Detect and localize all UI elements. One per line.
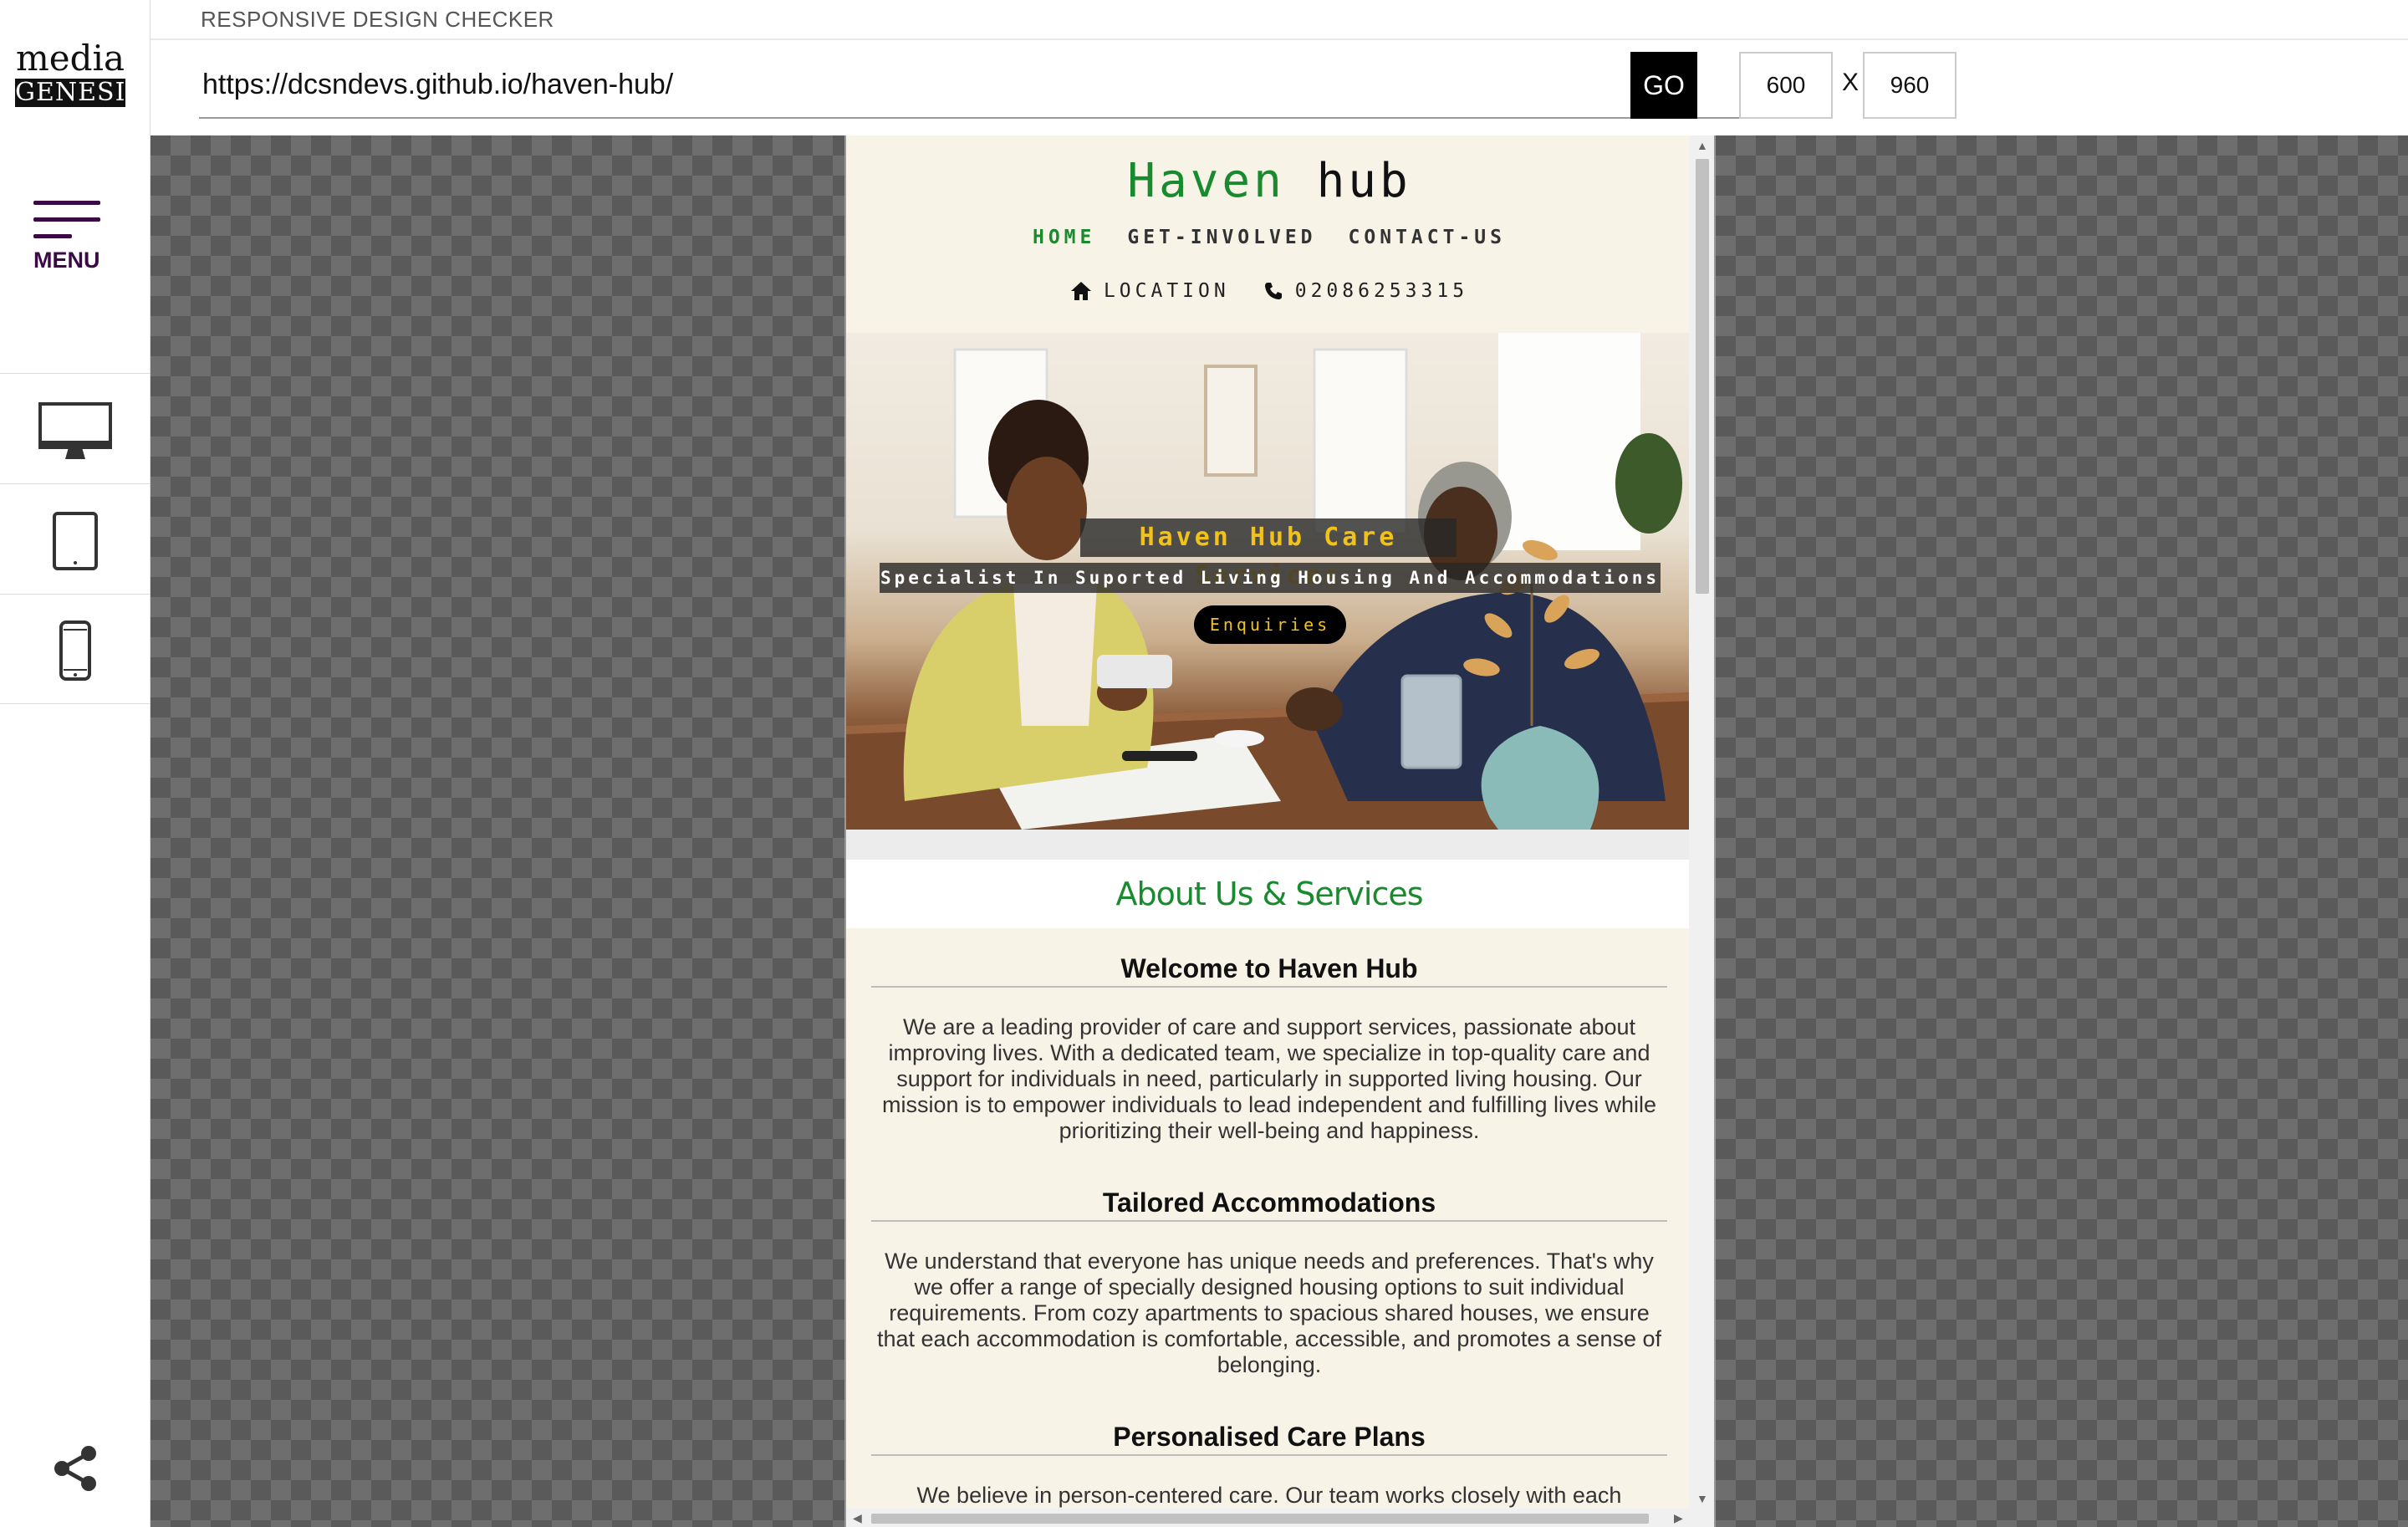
about-header: About Us & Services [846, 860, 1692, 928]
hero-image: Haven Hub Care Services Specialist In Su… [846, 333, 1692, 830]
phone-link[interactable]: 02086253315 [1263, 280, 1468, 302]
app-window: media GENESIS MENU RESPONSIVE DESIGN CHE… [0, 0, 2408, 1527]
about-title: About Us & Services [1115, 876, 1423, 912]
horizontal-scroll-thumb[interactable] [871, 1514, 1649, 1524]
section-heading: Personalised Care Plans [871, 1422, 1667, 1456]
contact-row: LOCATION 02086253315 [846, 280, 1692, 302]
scroll-down-arrow[interactable]: ▼ [1696, 1492, 1708, 1505]
mobile-icon [59, 621, 91, 681]
site-nav: HOME GET-INVOLVED CONTACT-US [846, 227, 1692, 248]
phone-icon [1264, 283, 1282, 299]
menu-button[interactable]: MENU [0, 194, 134, 286]
preview-frame[interactable]: Haven hub HOME GET-INVOLVED CONTACT-US L… [844, 135, 1716, 1527]
width-input[interactable] [1739, 52, 1833, 119]
height-input[interactable] [1863, 52, 1956, 119]
page-title: RESPONSIVE DESIGN CHECKER [201, 7, 554, 32]
location-label: LOCATION [1103, 280, 1230, 302]
desktop-view-button[interactable] [0, 373, 150, 483]
vertical-scroll-thumb[interactable] [1696, 159, 1709, 594]
brand-word-hub: hub [1316, 154, 1411, 208]
divider [150, 38, 2408, 40]
logo-text-bottom: GENESIS [15, 78, 144, 107]
share-icon[interactable] [52, 1445, 99, 1492]
hero-subtitle: Specialist In Suported Living Housing An… [880, 563, 1661, 593]
media-genesis-logo[interactable]: media GENESIS [15, 38, 144, 107]
section-heading: Tailored Accommodations [871, 1187, 1667, 1222]
tablet-view-button[interactable] [0, 483, 150, 594]
logo-text-top: media [15, 38, 125, 79]
brand-word-haven: Haven [1127, 154, 1285, 208]
top-toolbar: RESPONSIVE DESIGN CHECKER GO X [150, 0, 2408, 135]
section-text: We are a leading provider of care and su… [881, 1014, 1656, 1143]
home-icon [1070, 282, 1091, 300]
url-input[interactable] [199, 52, 1779, 119]
tablet-icon [53, 512, 98, 570]
section-heading: Welcome to Haven Hub [871, 953, 1667, 988]
site-brand[interactable]: Haven hub [846, 154, 1692, 208]
horizontal-scrollbar[interactable]: ◀ ▶ [846, 1509, 1714, 1527]
menu-label: MENU [33, 248, 100, 273]
scroll-right-arrow[interactable]: ▶ [1674, 1511, 1683, 1525]
dimension-separator: X [1842, 69, 1860, 96]
sidebar: media GENESIS MENU [0, 0, 150, 1527]
website-preview: Haven hub HOME GET-INVOLVED CONTACT-US L… [846, 135, 1692, 1508]
nav-home[interactable]: HOME [1033, 227, 1095, 248]
section-care-plans: Personalised Care Plans We believe in pe… [871, 1422, 1667, 1509]
desktop-icon [38, 402, 112, 459]
location-link[interactable]: LOCATION [1070, 280, 1230, 302]
section-text: We understand that everyone has unique n… [877, 1249, 1661, 1377]
nav-get-involved[interactable]: GET-INVOLVED [1127, 227, 1316, 248]
hamburger-icon [33, 201, 100, 239]
section-welcome: Welcome to Haven Hub We are a leading pr… [871, 953, 1667, 1144]
enquiries-button[interactable]: Enquiries [1194, 605, 1346, 644]
go-button[interactable]: GO [1630, 52, 1697, 119]
mobile-view-button[interactable] [0, 594, 150, 704]
hero-title: Haven Hub Care Services [1080, 518, 1457, 590]
scroll-up-arrow[interactable]: ▲ [1696, 139, 1708, 152]
section-spacer [846, 830, 1692, 860]
phone-number: 02086253315 [1294, 280, 1469, 302]
section-accommodations: Tailored Accommodations We understand th… [871, 1187, 1667, 1378]
vertical-scrollbar[interactable]: ▲ ▼ [1689, 135, 1714, 1509]
section-text: We believe in person-centered care. Our … [916, 1483, 1622, 1508]
scroll-left-arrow[interactable]: ◀ [853, 1511, 862, 1525]
nav-contact-us[interactable]: CONTACT-US [1349, 227, 1506, 248]
